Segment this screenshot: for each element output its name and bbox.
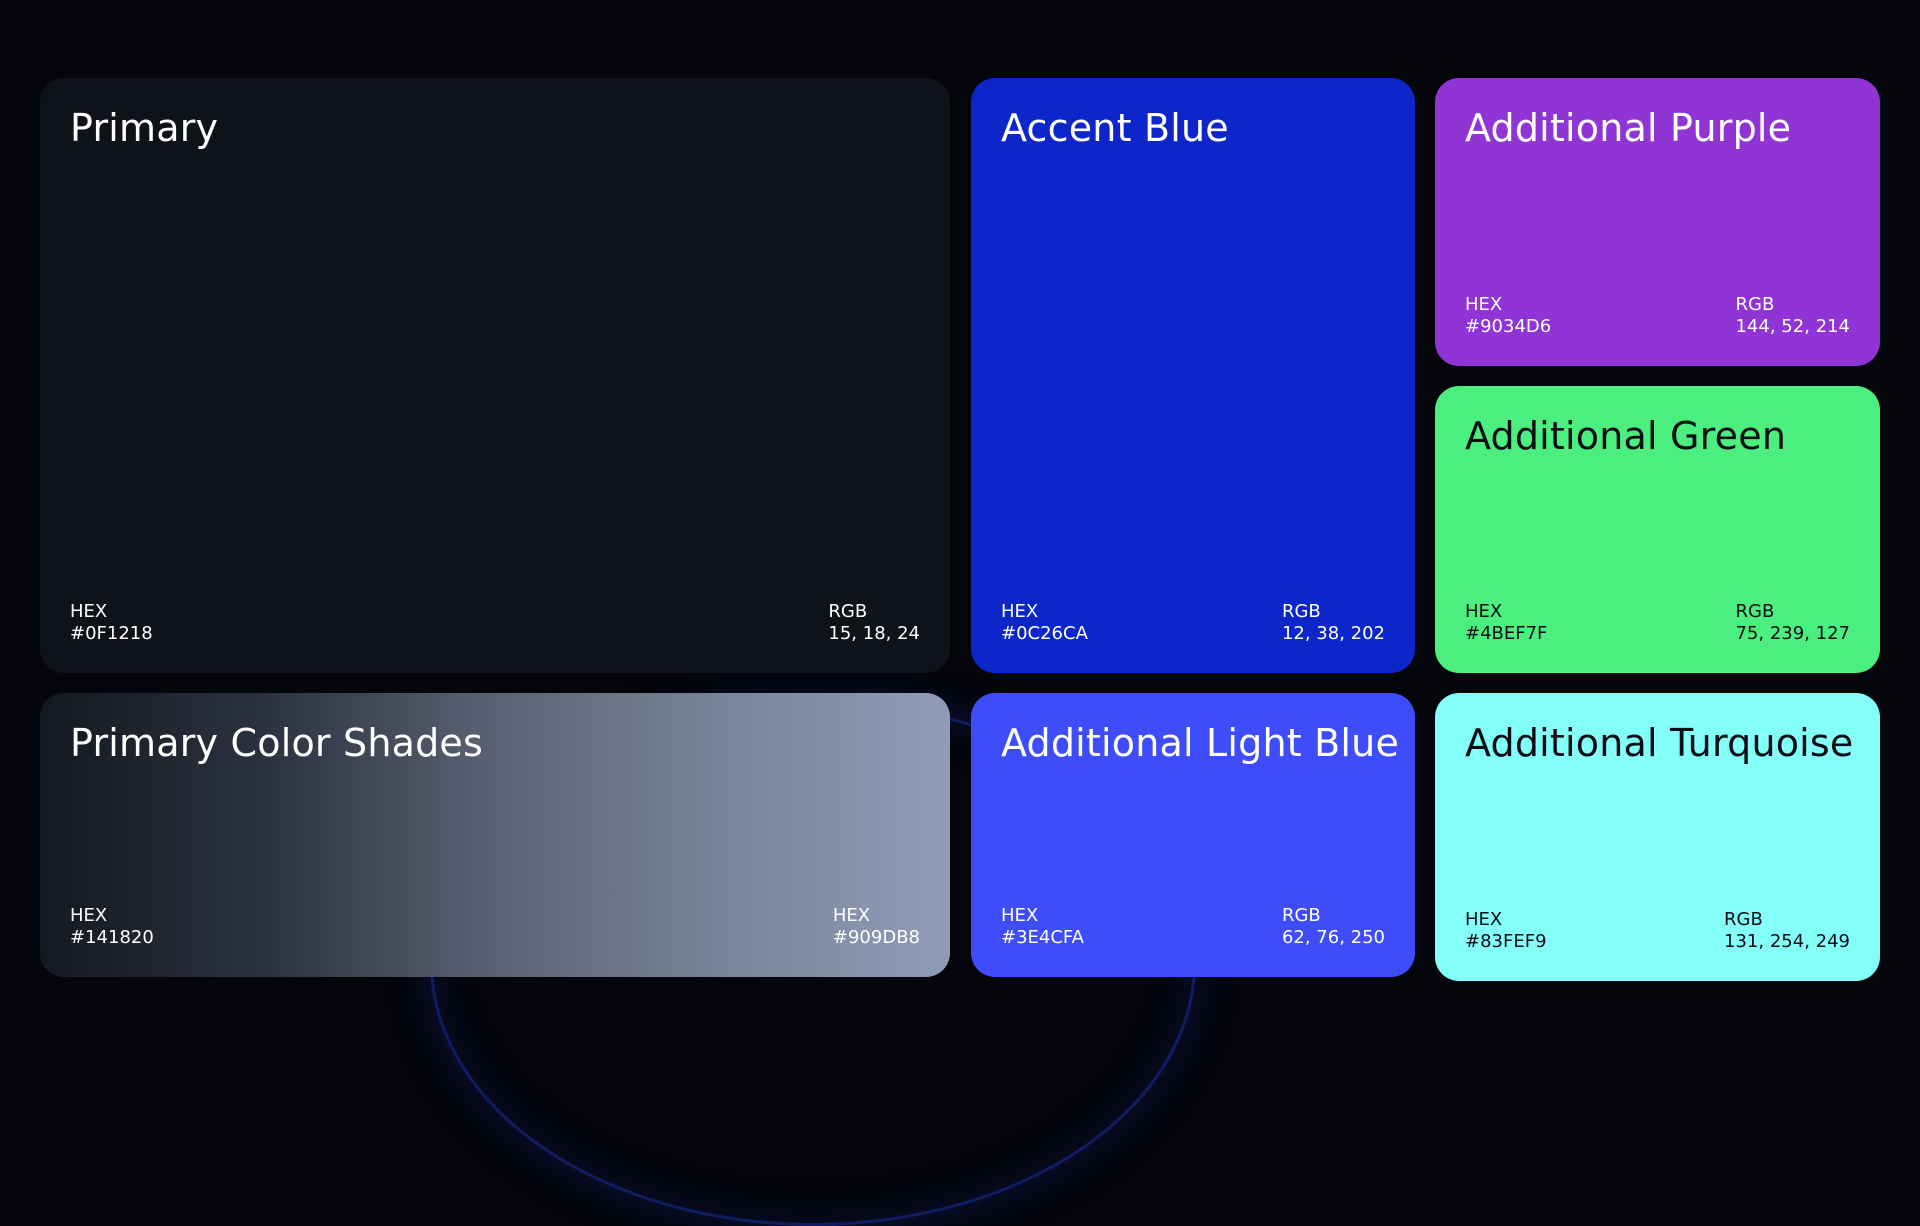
hex-value: #4BEF7F bbox=[1465, 623, 1548, 644]
hex-value: #0C26CA bbox=[1001, 623, 1088, 644]
rgb-info: RGB 131, 254, 249 bbox=[1724, 909, 1850, 953]
card-title: Primary bbox=[70, 106, 219, 150]
rgb-value: 12, 38, 202 bbox=[1281, 623, 1385, 644]
hex-info: HEX #4BEF7F bbox=[1465, 601, 1547, 645]
hex-value: #909DB8 bbox=[832, 927, 920, 948]
hex-label: HEX bbox=[70, 601, 108, 622]
hex-info: HEX #9034D6 bbox=[1465, 294, 1551, 338]
rgb-value: 15, 18, 24 bbox=[828, 623, 920, 644]
rgb-label: RGB bbox=[1281, 601, 1321, 622]
rgb-label: RGB bbox=[1735, 601, 1775, 622]
rgb-value: 62, 76, 250 bbox=[1281, 927, 1385, 948]
rgb-info: RGB 75, 239, 127 bbox=[1735, 601, 1850, 645]
rgb-value: 75, 239, 127 bbox=[1735, 623, 1850, 644]
hex-info-end: HEX #909DB8 bbox=[833, 905, 920, 949]
rgb-info: RGB 144, 52, 214 bbox=[1735, 294, 1850, 338]
hex-info: HEX #0C26CA bbox=[1001, 601, 1088, 645]
hex-label: HEX bbox=[1001, 601, 1039, 622]
hex-value: #9034D6 bbox=[1465, 316, 1552, 337]
hex-info: HEX #3E4CFA bbox=[1001, 905, 1084, 949]
hex-label: HEX bbox=[1465, 601, 1503, 622]
hex-info-start: HEX #141820 bbox=[70, 905, 154, 949]
hex-value: #0F1218 bbox=[70, 623, 153, 644]
card-title: Primary Color Shades bbox=[70, 721, 484, 765]
rgb-info: RGB 15, 18, 24 bbox=[828, 601, 920, 645]
swatch-card-additional-turquoise: Additional Turquoise HEX #83FEF9 RGB 131… bbox=[1435, 693, 1880, 981]
card-title: Additional Light Blue bbox=[1001, 721, 1400, 765]
card-title: Accent Blue bbox=[1001, 106, 1229, 150]
rgb-label: RGB bbox=[1281, 905, 1321, 926]
card-title: Additional Purple bbox=[1465, 106, 1792, 150]
hex-label: HEX bbox=[1465, 294, 1503, 315]
swatch-card-additional-green: Additional Green HEX #4BEF7F RGB 75, 239… bbox=[1435, 386, 1880, 673]
hex-info: HEX #83FEF9 bbox=[1465, 909, 1547, 953]
card-title: Additional Turquoise bbox=[1465, 721, 1854, 765]
rgb-info: RGB 12, 38, 202 bbox=[1282, 601, 1385, 645]
hex-label: HEX bbox=[1001, 905, 1039, 926]
rgb-label: RGB bbox=[1735, 294, 1775, 315]
hex-label: HEX bbox=[1465, 909, 1503, 930]
rgb-value: 131, 254, 249 bbox=[1724, 931, 1850, 952]
swatch-card-accent-blue: Accent Blue HEX #0C26CA RGB 12, 38, 202 bbox=[971, 78, 1415, 673]
hex-value: #3E4CFA bbox=[1001, 927, 1084, 948]
hex-label: HEX bbox=[832, 905, 871, 926]
hex-value: #141820 bbox=[70, 927, 154, 948]
rgb-value: 144, 52, 214 bbox=[1735, 316, 1850, 337]
rgb-label: RGB bbox=[828, 601, 868, 622]
swatch-card-additional-light-blue: Additional Light Blue HEX #3E4CFA RGB 62… bbox=[971, 693, 1415, 977]
hex-info: HEX #0F1218 bbox=[70, 601, 153, 645]
rgb-info: RGB 62, 76, 250 bbox=[1282, 905, 1385, 949]
card-title: Additional Green bbox=[1465, 414, 1787, 458]
swatch-card-additional-purple: Additional Purple HEX #9034D6 RGB 144, 5… bbox=[1435, 78, 1880, 366]
swatch-card-primary-color-shades: Primary Color Shades HEX #141820 HEX #90… bbox=[40, 693, 950, 977]
hex-value: #83FEF9 bbox=[1465, 931, 1547, 952]
hex-label: HEX bbox=[70, 905, 108, 926]
rgb-label: RGB bbox=[1724, 909, 1763, 930]
swatch-card-primary: Primary HEX #0F1218 RGB 15, 18, 24 bbox=[40, 78, 950, 673]
